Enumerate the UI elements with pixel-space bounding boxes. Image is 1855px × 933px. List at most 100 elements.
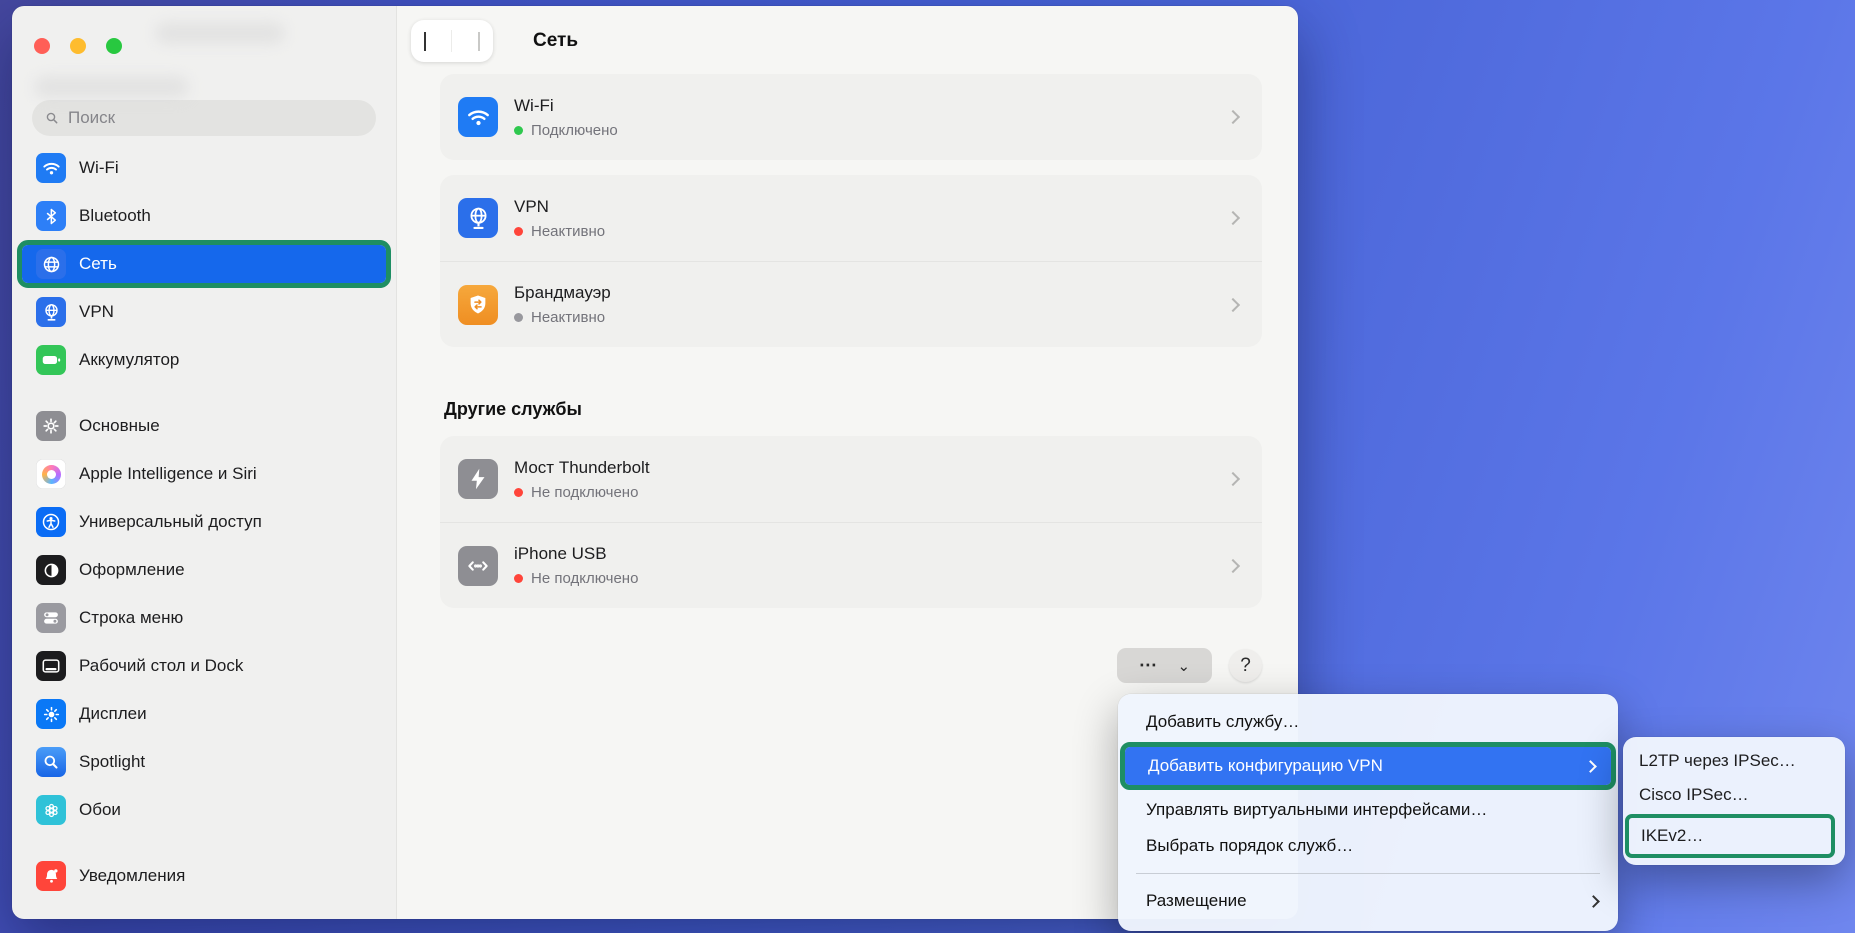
status-text: Не подключено	[531, 570, 638, 587]
sidebar-item-accessibility[interactable]: Универсальный доступ	[26, 498, 382, 546]
forward-button[interactable]	[478, 32, 480, 50]
menu-item-label: Добавить службу…	[1146, 712, 1299, 732]
vpn-firewall-card: VPN Неактивно Брандмауэр	[440, 175, 1262, 347]
sidebar-item-apple-intelligence[interactable]: Apple Intelligence и Siri	[26, 450, 382, 498]
sidebar-item-label: Уведомления	[79, 866, 185, 886]
nav-separator	[451, 30, 452, 52]
menu-item-add-service[interactable]: Добавить службу…	[1118, 704, 1618, 740]
sidebar-item-notifications[interactable]: Уведомления	[26, 852, 382, 900]
wifi-icon	[36, 153, 66, 183]
desktop-dock-icon	[36, 651, 66, 681]
display-icon	[36, 699, 66, 729]
main-header: Сеть	[411, 20, 1298, 62]
submenu-item-label: IKEv2…	[1641, 826, 1703, 846]
forward-chevron-icon	[478, 32, 480, 51]
minimize-button[interactable]	[70, 38, 86, 54]
iphone-usb-text: iPhone USB Не подключено	[514, 544, 1228, 587]
nav-buttons	[411, 20, 493, 62]
menu-item-set-service-order[interactable]: Выбрать порядок служб…	[1118, 828, 1618, 864]
menu-item-manage-virtual-interfaces[interactable]: Управлять виртуальными интерфейсами…	[1118, 792, 1618, 828]
status-text: Не подключено	[531, 484, 638, 501]
sidebar-item-general[interactable]: Основные	[26, 402, 382, 450]
sidebar-item-battery[interactable]: Аккумулятор	[26, 336, 382, 384]
sidebar-item-network[interactable]: Сеть	[22, 245, 386, 283]
search-placeholder: Поиск	[68, 108, 115, 128]
chevron-right-icon	[1226, 110, 1240, 124]
wifi-icon	[458, 97, 498, 137]
zoom-button[interactable]	[106, 38, 122, 54]
wifi-card: Wi-Fi Подключено	[440, 74, 1262, 160]
vpn-globe-icon	[458, 198, 498, 238]
traffic-lights	[34, 38, 122, 54]
accessibility-icon	[36, 507, 66, 537]
sidebar-item-wallpaper[interactable]: Обои	[26, 786, 382, 834]
menu-item-add-vpn-configuration[interactable]: Добавить конфигурацию VPN	[1125, 747, 1611, 785]
thunderbolt-text: Мост Thunderbolt Не подключено	[514, 458, 1228, 501]
actions-menu: Добавить службу… Добавить конфигурацию V…	[1118, 694, 1618, 931]
chevron-right-icon	[1226, 297, 1240, 311]
sidebar-item-spotlight[interactable]: Spotlight	[26, 738, 382, 786]
sidebar-item-label: Apple Intelligence и Siri	[79, 464, 257, 484]
annotation-box-ikev2: IKEv2…	[1625, 814, 1835, 858]
submenu-item-l2tp[interactable]: L2TP через IPSec…	[1623, 744, 1845, 778]
back-chevron-icon	[424, 32, 426, 51]
wifi-text: Wi-Fi Подключено	[514, 96, 1228, 139]
iphone-usb-icon	[458, 546, 498, 586]
status-dot	[514, 126, 523, 135]
service-name: Брандмауэр	[514, 283, 611, 302]
menu-item-label: Размещение	[1146, 891, 1247, 911]
gear-icon	[36, 411, 66, 441]
page-title: Сеть	[533, 30, 578, 52]
sidebar-item-vpn[interactable]: VPN	[26, 288, 382, 336]
submenu-item-ikev2[interactable]: IKEv2…	[1629, 818, 1831, 854]
search-input[interactable]: Поиск	[32, 100, 376, 136]
help-button[interactable]: ?	[1229, 649, 1262, 682]
sidebar-item-desktop-dock[interactable]: Рабочий стол и Dock	[26, 642, 382, 690]
question-icon: ?	[1240, 655, 1251, 677]
sidebar-item-menubar[interactable]: Строка меню	[26, 594, 382, 642]
bell-icon	[36, 861, 66, 891]
back-button[interactable]	[424, 32, 426, 50]
thunderbolt-row[interactable]: Мост Thunderbolt Не подключено	[440, 436, 1262, 522]
sidebar: Поиск Wi-Fi Bluetooth Сеть	[12, 6, 397, 919]
sidebar-item-label: Bluetooth	[79, 206, 151, 226]
submenu-item-cisco-ipsec[interactable]: Cisco IPSec…	[1623, 778, 1845, 812]
wifi-row[interactable]: Wi-Fi Подключено	[440, 74, 1262, 160]
sidebar-item-displays[interactable]: Дисплеи	[26, 690, 382, 738]
vpn-row[interactable]: VPN Неактивно	[440, 175, 1262, 261]
service-name: Мост Thunderbolt	[514, 458, 650, 477]
status-text: Неактивно	[531, 223, 605, 240]
status-dot	[514, 574, 523, 583]
sidebar-item-appearance[interactable]: Оформление	[26, 546, 382, 594]
service-status: Не подключено	[514, 570, 1228, 587]
annotation-box-network: Сеть	[17, 240, 391, 288]
iphone-usb-row[interactable]: iPhone USB Не подключено	[440, 522, 1262, 608]
chevron-right-icon	[1226, 472, 1240, 486]
ellipsis-icon: ⋯	[1139, 655, 1158, 676]
section-title: Другие службы	[444, 399, 1262, 420]
menu-item-locations[interactable]: Размещение	[1118, 883, 1618, 919]
more-actions-button[interactable]: ⋯ ⌄	[1117, 648, 1212, 683]
sidebar-item-bluetooth[interactable]: Bluetooth	[26, 192, 382, 240]
sidebar-item-label: Дисплеи	[79, 704, 147, 724]
firewall-shield-icon	[458, 285, 498, 325]
status-dot	[514, 227, 523, 236]
sidebar-item-wifi[interactable]: Wi-Fi	[26, 144, 382, 192]
sidebar-item-label: Обои	[79, 800, 121, 820]
thunderbolt-icon	[458, 459, 498, 499]
service-name: iPhone USB	[514, 544, 607, 563]
bottom-toolbar: ⋯ ⌄ ?	[440, 648, 1262, 683]
network-content: Wi-Fi Подключено VPN	[397, 62, 1298, 683]
battery-icon	[36, 345, 66, 375]
sidebar-item-label: Аккумулятор	[79, 350, 179, 370]
sidebar-item-label: Wi-Fi	[79, 158, 119, 178]
sidebar-group-gap	[26, 384, 382, 402]
chevron-down-icon: ⌄	[1178, 657, 1191, 675]
menu-item-label: Выбрать порядок служб…	[1146, 836, 1353, 856]
chevron-right-icon	[1226, 211, 1240, 225]
firewall-row[interactable]: Брандмауэр Неактивно	[440, 261, 1262, 347]
vpn-globe-icon	[36, 297, 66, 327]
sidebar-item-label: Универсальный доступ	[79, 512, 262, 532]
sidebar-item-label: VPN	[79, 302, 114, 322]
close-button[interactable]	[34, 38, 50, 54]
